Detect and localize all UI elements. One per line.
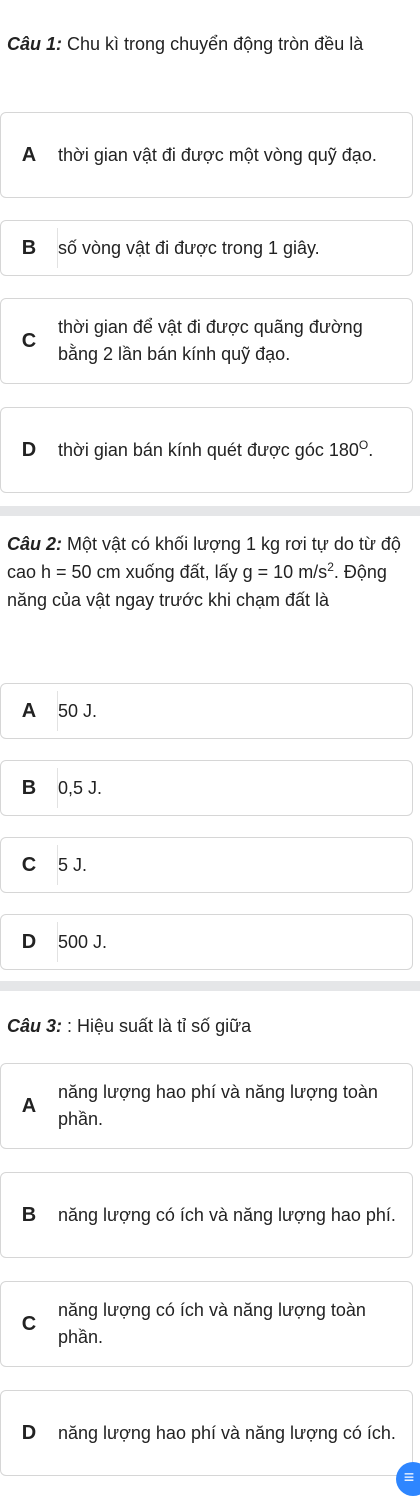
q1-option-b[interactable]: B số vòng vật đi được trong 1 giây. bbox=[0, 220, 413, 276]
q1-option-c[interactable]: C thời gian để vật đi được quãng đường b… bbox=[0, 298, 413, 384]
exponent: 2 bbox=[327, 560, 334, 574]
question-3: Câu 3: : Hiệu suất là tỉ số giữa bbox=[0, 1012, 420, 1040]
option-text: năng lượng có ích và năng lượng toàn phầ… bbox=[58, 1300, 366, 1347]
q3-option-d[interactable]: D năng lượng hao phí và năng lượng có íc… bbox=[0, 1390, 413, 1476]
option-letter: B bbox=[21, 1203, 37, 1226]
degree-mark: O bbox=[358, 437, 369, 452]
q3-option-a[interactable]: A năng lượng hao phí và năng lượng toàn … bbox=[0, 1063, 413, 1149]
question-2-label: Câu 2: bbox=[7, 534, 63, 554]
question-3-label: Câu 3: bbox=[7, 1016, 63, 1036]
option-text: năng lượng có ích và năng lượng hao phí. bbox=[58, 1204, 396, 1225]
question-3-text: Câu 3: : Hiệu suất là tỉ số giữa bbox=[0, 1012, 420, 1040]
q1-option-a[interactable]: A thời gian vật đi được một vòng quỹ đạo… bbox=[0, 112, 413, 198]
option-text: thời gian vật đi được một vòng quỹ đạo. bbox=[58, 144, 377, 165]
section-divider bbox=[0, 981, 420, 991]
option-letter: D bbox=[21, 1421, 37, 1444]
q2-option-d[interactable]: D 500 J. bbox=[0, 914, 413, 970]
option-text: 5 J. bbox=[58, 854, 88, 875]
option-letter: A bbox=[21, 1094, 37, 1117]
question-1-label: Câu 1: bbox=[7, 34, 63, 54]
question-1: Câu 1: Chu kì trong chuyển động tròn đều… bbox=[0, 30, 420, 58]
option-letter: B bbox=[21, 776, 37, 799]
option-text-main: thời gian bán kính quét được góc 180 bbox=[58, 439, 359, 460]
option-text-end: . bbox=[368, 439, 374, 460]
option-letter: D bbox=[21, 438, 37, 461]
option-letter: C bbox=[21, 1312, 37, 1335]
question-3-prompt: : Hiệu suất là tỉ số giữa bbox=[62, 1016, 252, 1036]
option-letter: C bbox=[21, 329, 37, 352]
question-2-text: Câu 2: Một vật có khối lượng 1 kg rơi tự… bbox=[0, 530, 420, 614]
option-letter: D bbox=[21, 930, 37, 953]
option-text: thời gian bán kính quét được góc 180O. bbox=[58, 408, 404, 492]
option-text: năng lượng hao phí và năng lượng có ích. bbox=[58, 1422, 396, 1443]
option-letter: B bbox=[21, 236, 37, 259]
list-menu-button[interactable]: ≡ bbox=[396, 1462, 420, 1496]
q2-option-a[interactable]: A 50 J. bbox=[0, 683, 413, 739]
q3-option-c[interactable]: C năng lượng có ích và năng lượng toàn p… bbox=[0, 1281, 413, 1367]
q2-option-b[interactable]: B 0,5 J. bbox=[0, 760, 413, 816]
q1-option-d[interactable]: D thời gian bán kính quét được góc 180O. bbox=[0, 407, 413, 493]
option-text: thời gian để vật đi được quãng đường bằn… bbox=[58, 317, 363, 364]
q3-option-b[interactable]: B năng lượng có ích và năng lượng hao ph… bbox=[0, 1172, 413, 1258]
option-letter: A bbox=[21, 699, 37, 722]
option-letter: A bbox=[21, 143, 37, 166]
question-2: Câu 2: Một vật có khối lượng 1 kg rơi tự… bbox=[0, 530, 420, 614]
option-text: số vòng vật đi được trong 1 giây. bbox=[58, 237, 320, 258]
question-1-text: Câu 1: Chu kì trong chuyển động tròn đều… bbox=[0, 30, 420, 58]
question-1-prompt: Chu kì trong chuyển động tròn đều là bbox=[62, 34, 364, 54]
option-text: năng lượng hao phí và năng lượng toàn ph… bbox=[58, 1082, 378, 1129]
option-text: 500 J. bbox=[58, 931, 108, 952]
option-text: 50 J. bbox=[58, 700, 98, 721]
list-menu-icon: ≡ bbox=[403, 1467, 415, 1487]
section-divider bbox=[0, 506, 420, 516]
q2-option-c[interactable]: C 5 J. bbox=[0, 837, 413, 893]
option-text: 0,5 J. bbox=[58, 777, 103, 798]
option-letter: C bbox=[21, 853, 37, 876]
